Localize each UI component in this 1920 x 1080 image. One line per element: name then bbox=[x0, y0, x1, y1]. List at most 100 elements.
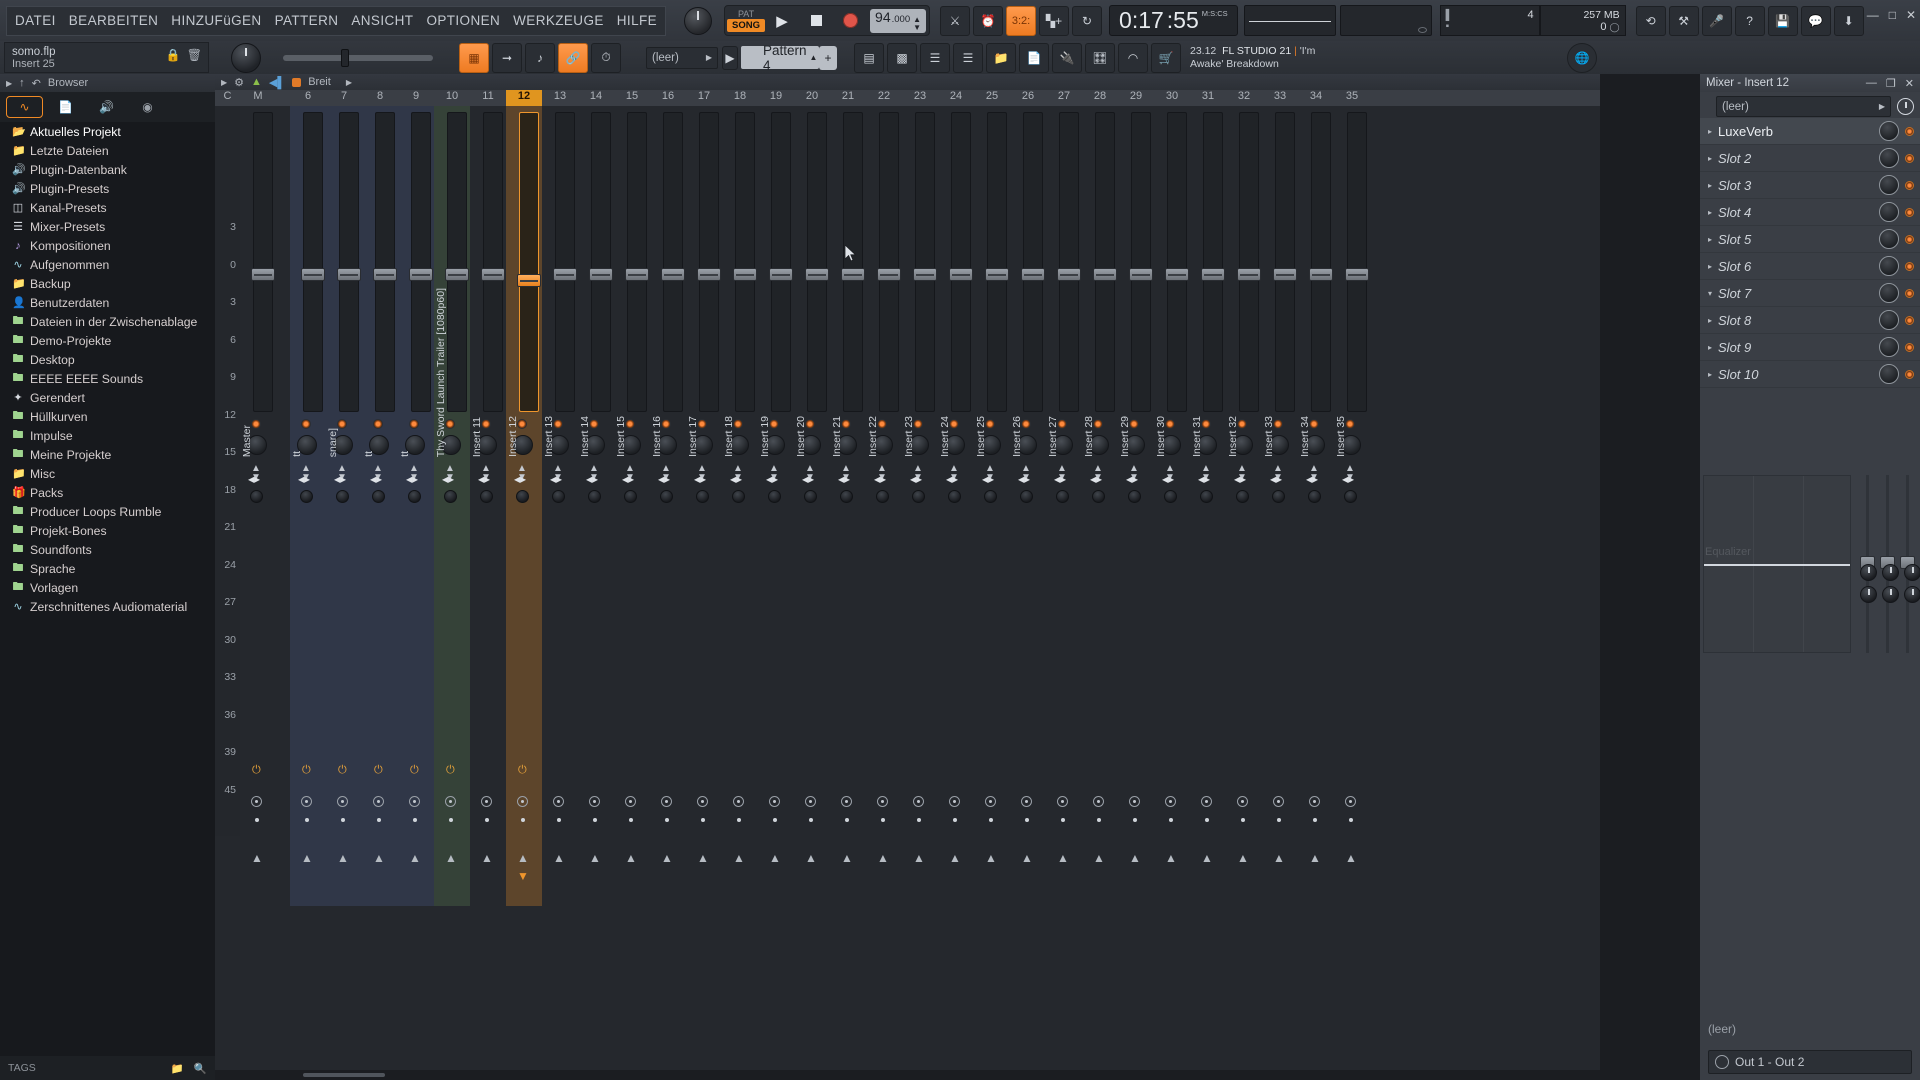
mute-solo-button[interactable] bbox=[625, 796, 636, 807]
chevron-right-icon[interactable]: ▸ bbox=[1708, 154, 1712, 163]
send-knob[interactable] bbox=[840, 490, 853, 503]
record-arm-led[interactable] bbox=[373, 419, 383, 429]
browser-tab-file-icon[interactable]: 📄 bbox=[47, 96, 84, 118]
stereo-separation-icon[interactable]: ◂▸ bbox=[730, 473, 742, 485]
browser-item-producer-loops-rumble[interactable]: 🖿 Producer Loops Rumble bbox=[0, 502, 215, 521]
fader-track[interactable] bbox=[1131, 112, 1151, 412]
fader-track[interactable] bbox=[699, 112, 719, 412]
eq-graph[interactable] bbox=[1703, 475, 1851, 653]
shop-icon[interactable]: 🛒 bbox=[1151, 42, 1181, 73]
master-volume-knob[interactable] bbox=[684, 6, 713, 35]
tempo-tap-icon[interactable]: 🎛 bbox=[1085, 42, 1115, 73]
ruler-label-18[interactable]: 18 bbox=[722, 90, 758, 102]
pattern-add-button[interactable]: + bbox=[819, 45, 837, 70]
stereo-separation-icon[interactable]: ◂▸ bbox=[1162, 473, 1174, 485]
effect-mix-knob[interactable] bbox=[1879, 364, 1899, 384]
volume-fader[interactable] bbox=[445, 268, 469, 281]
ruler-label-13[interactable]: 13 bbox=[542, 90, 578, 102]
volume-fader[interactable] bbox=[1237, 268, 1261, 281]
mixer-strip-29[interactable]: ▲ ▼ ◂▸ ▲ Insert 29 bbox=[1118, 106, 1154, 906]
mixer-strip-22[interactable]: ▲ ▼ ◂▸ ▲ Insert 22 bbox=[866, 106, 902, 906]
strip-name[interactable]: Insert 31 bbox=[1191, 416, 1203, 457]
volume-fader[interactable] bbox=[877, 268, 901, 281]
mute-solo-button[interactable] bbox=[733, 796, 744, 807]
effect-slot-1[interactable]: ▸ LuxeVerb bbox=[1700, 118, 1920, 145]
mute-solo-button[interactable] bbox=[1129, 796, 1140, 807]
effect-mix-knob[interactable] bbox=[1879, 256, 1899, 276]
project-info-panel[interactable]: somo.flp Insert 25 🔒 🗑 bbox=[4, 42, 209, 73]
chevron-right-icon[interactable]: ▸ bbox=[1708, 181, 1712, 190]
strip-name[interactable]: Thy Sword Launch Trailer [1080p60] bbox=[435, 288, 447, 457]
stereo-separation-icon[interactable]: ◂▸ bbox=[478, 473, 490, 485]
send-knob[interactable] bbox=[300, 490, 313, 503]
strip-name[interactable]: Insert 23 bbox=[903, 416, 915, 457]
strip-name[interactable]: Insert 19 bbox=[759, 416, 771, 457]
mixer-strip-7[interactable]: ▲ ▼ ◂▸ ▲ ⏻ snare] bbox=[326, 106, 362, 906]
mute-solo-button[interactable] bbox=[1309, 796, 1320, 807]
channel-link-icon[interactable]: ⏻ bbox=[374, 764, 383, 777]
peak-caret[interactable]: ▲ bbox=[1309, 851, 1321, 865]
effect-mix-knob[interactable] bbox=[1879, 121, 1899, 141]
ruler-label-24[interactable]: 24 bbox=[938, 90, 974, 102]
mute-solo-button[interactable] bbox=[805, 796, 816, 807]
stereo-separation-icon[interactable]: ◂▸ bbox=[298, 473, 310, 485]
peak-caret[interactable]: ▲ bbox=[661, 851, 673, 865]
browser-item-plugin-presets[interactable]: 🔊 Plugin-Presets bbox=[0, 179, 215, 198]
arrow-right-button[interactable]: ➞ bbox=[492, 42, 522, 73]
close-icon[interactable]: ✕ bbox=[1906, 8, 1916, 22]
fader-track[interactable] bbox=[519, 112, 539, 412]
peak-caret[interactable]: ▲ bbox=[1093, 851, 1105, 865]
mute-solo-button[interactable] bbox=[337, 796, 348, 807]
eq-knob-mid-freq[interactable] bbox=[1882, 564, 1899, 581]
mute-solo-button[interactable] bbox=[1201, 796, 1212, 807]
tempo-field[interactable]: 94 .000 ▲ ▼ bbox=[867, 6, 929, 35]
browser-item-kanal-presets[interactable]: ◫ Kanal-Presets bbox=[0, 198, 215, 217]
plugin-picker-icon[interactable]: 🔌 bbox=[1052, 42, 1082, 73]
ruler-label-34[interactable]: 34 bbox=[1298, 90, 1334, 102]
link-button[interactable]: 🔗 bbox=[558, 42, 588, 73]
effect-enable-led[interactable] bbox=[1905, 207, 1914, 217]
ruler-label-31[interactable]: 31 bbox=[1190, 90, 1226, 102]
trash-icon[interactable]: 🗑 bbox=[187, 48, 202, 62]
effect-enable-led[interactable] bbox=[1905, 288, 1914, 298]
send-knob[interactable] bbox=[552, 490, 565, 503]
fader-track[interactable] bbox=[915, 112, 935, 412]
history-clock-icon[interactable] bbox=[1897, 98, 1914, 115]
peak-caret[interactable]: ▲ bbox=[1021, 851, 1033, 865]
mute-solo-button[interactable] bbox=[913, 796, 924, 807]
chevron-down-icon[interactable]: ▾ bbox=[1708, 289, 1712, 298]
ruler-label-23[interactable]: 23 bbox=[902, 90, 938, 102]
volume-fader[interactable] bbox=[985, 268, 1009, 281]
peak-caret[interactable]: ▲ bbox=[985, 851, 997, 865]
ruler-label-22[interactable]: 22 bbox=[866, 90, 902, 102]
strip-name[interactable]: Insert 17 bbox=[687, 416, 699, 457]
mute-solo-button[interactable] bbox=[697, 796, 708, 807]
stereo-separation-icon[interactable]: ◂▸ bbox=[1090, 473, 1102, 485]
strip-name[interactable]: Insert 34 bbox=[1299, 416, 1311, 457]
effect-mix-knob[interactable] bbox=[1879, 310, 1899, 330]
effect-slot-7[interactable]: ▾ Slot 7 bbox=[1700, 280, 1920, 307]
chevron-right-icon[interactable]: ▸ bbox=[1708, 235, 1712, 244]
strip-name[interactable]: Insert 35 bbox=[1335, 416, 1347, 457]
stereo-separation-icon[interactable]: ◂▸ bbox=[946, 473, 958, 485]
stereo-separation-icon[interactable]: ◂▸ bbox=[910, 473, 922, 485]
ruler-label-26[interactable]: 26 bbox=[1010, 90, 1046, 102]
mute-solo-button[interactable] bbox=[877, 796, 888, 807]
mixer-strip-23[interactable]: ▲ ▼ ◂▸ ▲ Insert 23 bbox=[902, 106, 938, 906]
fader-track[interactable] bbox=[1203, 112, 1223, 412]
strip-name[interactable]: Master bbox=[241, 425, 253, 457]
browser-item-dateien-in-der-zwischenablage[interactable]: 🖿 Dateien in der Zwischenablage bbox=[0, 312, 215, 331]
help-icon[interactable]: ? bbox=[1734, 5, 1765, 36]
chevron-right-icon[interactable]: ▸ bbox=[1708, 343, 1712, 352]
tap-tempo-button[interactable]: ⚔ bbox=[940, 5, 971, 36]
mute-solo-button[interactable] bbox=[1165, 796, 1176, 807]
minimize-icon[interactable]: — bbox=[1867, 8, 1879, 22]
ruler-label-21[interactable]: 21 bbox=[830, 90, 866, 102]
eq-knob-mid-q[interactable] bbox=[1882, 586, 1899, 603]
insert-output-select[interactable]: Out 1 - Out 2 bbox=[1708, 1050, 1912, 1074]
volume-fader[interactable] bbox=[1129, 268, 1153, 281]
mute-solo-button[interactable] bbox=[301, 796, 312, 807]
strip-name[interactable]: Insert 24 bbox=[939, 416, 951, 457]
effect-slot-10[interactable]: ▸ Slot 10 bbox=[1700, 361, 1920, 388]
browser-icon[interactable]: 📁 bbox=[986, 42, 1016, 73]
